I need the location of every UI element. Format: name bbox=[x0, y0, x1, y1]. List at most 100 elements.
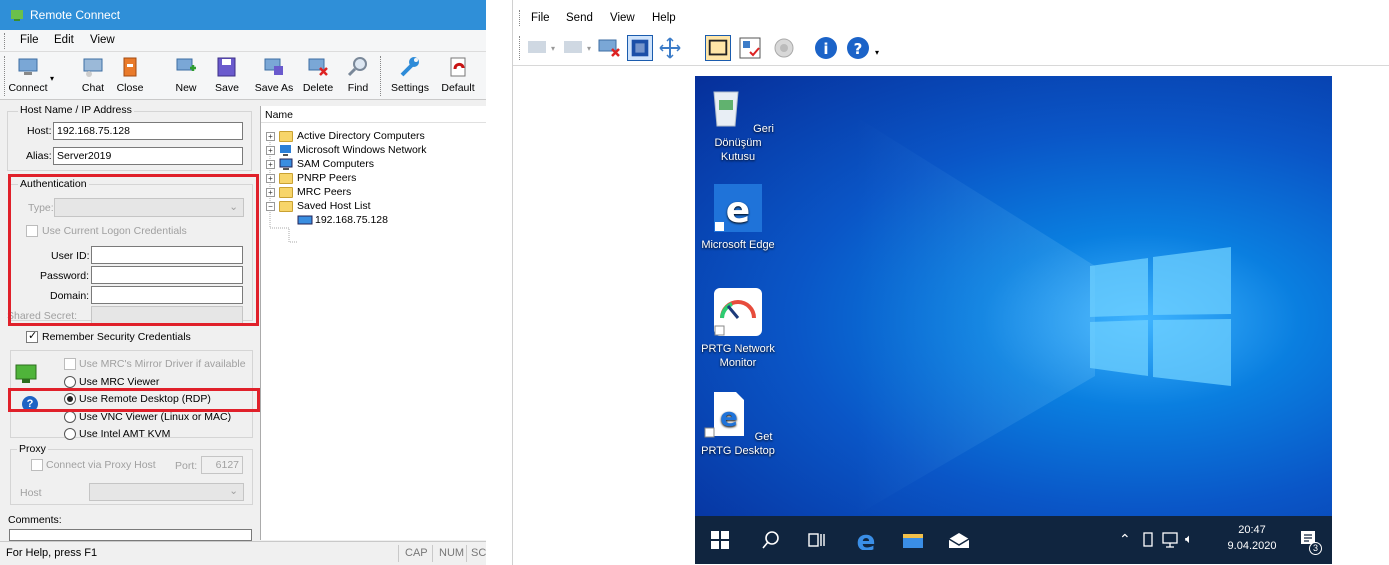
full-screen-icon[interactable] bbox=[705, 35, 731, 61]
tree-item-windows-network[interactable]: + Microsoft Windows Network bbox=[261, 144, 486, 157]
pan-arrows-icon[interactable] bbox=[657, 35, 683, 61]
notification-count-badge: 3 bbox=[1309, 542, 1322, 555]
start-windows-icon[interactable] bbox=[711, 531, 729, 555]
status-bar: For Help, press F1 CAP NUM SCI bbox=[0, 541, 486, 565]
tree-item-sam-computers[interactable]: + SAM Computers bbox=[261, 158, 486, 171]
vnc-viewer-label: Use VNC Viewer (Linux or MAC) bbox=[79, 411, 232, 423]
toolbar-grip[interactable] bbox=[4, 56, 7, 96]
intel-amt-radio[interactable] bbox=[64, 428, 76, 440]
proxy-host-select[interactable]: ⌄ bbox=[89, 483, 244, 501]
comments-label: Comments: bbox=[8, 514, 62, 526]
menu-view[interactable]: View bbox=[90, 34, 115, 46]
windows-logo-wallpaper bbox=[855, 116, 1231, 516]
tree-item-pnrp-peers[interactable]: + PNRP Peers bbox=[261, 172, 486, 185]
task-view-icon[interactable] bbox=[807, 530, 827, 554]
tree-item-mrc-peers[interactable]: + MRC Peers bbox=[261, 186, 486, 199]
find-button[interactable]: Find bbox=[342, 54, 374, 98]
desktop-icon-edge[interactable]: e Microsoft Edge bbox=[698, 184, 778, 252]
mrc-viewer-radio[interactable] bbox=[64, 376, 76, 388]
desktop-icon-recycle-bin[interactable]: Geri Dönüşüm Kutusu bbox=[698, 82, 778, 164]
edge-shortcut-icon: e bbox=[704, 392, 744, 438]
help-icon[interactable]: ? bbox=[845, 35, 871, 61]
connect-dropdown-icon[interactable]: ▾ bbox=[50, 74, 54, 83]
folder-icon bbox=[279, 173, 293, 184]
toolbar-overflow-icon[interactable]: ▾ bbox=[875, 48, 879, 57]
close-door-icon bbox=[123, 57, 137, 77]
connection-settings-panel: Host Name / IP Address Host: 192.168.75.… bbox=[0, 101, 260, 541]
title-bar: Remote Connect bbox=[0, 0, 486, 30]
menu-help[interactable]: Help bbox=[652, 12, 676, 24]
folder-icon bbox=[279, 187, 293, 198]
show-hidden-icons-chevron[interactable]: ⌃ bbox=[1119, 531, 1131, 548]
remote-desktop-view[interactable]: Geri Dönüşüm Kutusu e Microsoft Edge PRT… bbox=[695, 76, 1332, 564]
chat-button[interactable]: Chat bbox=[76, 54, 110, 98]
chat-icon[interactable] bbox=[561, 35, 587, 61]
tree-column-header[interactable]: Name bbox=[261, 106, 486, 123]
menu-send[interactable]: Send bbox=[566, 12, 593, 24]
authentication-highlight bbox=[8, 174, 259, 326]
collapse-icon[interactable]: − bbox=[266, 202, 275, 211]
tree-item-saved-host-list[interactable]: − Saved Host List bbox=[261, 200, 486, 213]
tree-item-label: Microsoft Windows Network bbox=[297, 144, 427, 156]
connect-icon[interactable] bbox=[525, 35, 551, 61]
delete-button[interactable]: Delete bbox=[298, 54, 338, 98]
proxy-checkbox[interactable] bbox=[31, 459, 43, 471]
edge-taskbar-icon[interactable]: e bbox=[853, 526, 879, 550]
info-icon[interactable]: i bbox=[813, 35, 839, 61]
clock-date[interactable]: 9.04.2020 bbox=[1222, 540, 1282, 552]
expand-icon[interactable]: + bbox=[266, 132, 275, 141]
remember-credentials-checkbox[interactable]: ✓ bbox=[26, 330, 38, 343]
toolbar-grip-2[interactable] bbox=[380, 56, 383, 96]
expand-icon[interactable]: + bbox=[266, 146, 275, 155]
save-as-button[interactable]: Save As bbox=[252, 54, 296, 98]
disconnect-icon[interactable] bbox=[597, 35, 623, 61]
menu-view[interactable]: View bbox=[610, 12, 635, 24]
expand-icon[interactable]: + bbox=[266, 174, 275, 183]
menu-file[interactable]: File bbox=[20, 34, 39, 46]
default-label: Default bbox=[441, 82, 475, 94]
host-input[interactable]: 192.168.75.128 bbox=[53, 122, 243, 140]
comments-input[interactable] bbox=[9, 529, 252, 541]
tree-item-label: SAM Computers bbox=[297, 158, 375, 170]
desktop-icon-prtg-monitor[interactable]: PRTG Network Monitor bbox=[698, 288, 778, 370]
tree-item-active-directory[interactable]: + Active Directory Computers bbox=[261, 130, 486, 143]
dropdown-icon[interactable]: ▾ bbox=[587, 44, 591, 53]
network-icon[interactable] bbox=[1161, 531, 1179, 555]
menu-file[interactable]: File bbox=[531, 12, 550, 24]
new-button[interactable]: New bbox=[170, 54, 202, 98]
dropdown-icon[interactable]: ▾ bbox=[551, 44, 555, 53]
computer-icon bbox=[279, 158, 293, 170]
mirror-driver-checkbox[interactable] bbox=[64, 358, 76, 370]
search-icon[interactable] bbox=[761, 530, 781, 554]
expand-icon[interactable]: + bbox=[266, 188, 275, 197]
desktop-icon-get-prtg[interactable]: e Get PRTG Desktop bbox=[698, 390, 778, 458]
select-screen-icon[interactable] bbox=[737, 35, 763, 61]
settings-button[interactable]: Settings bbox=[388, 54, 432, 98]
vnc-viewer-radio[interactable] bbox=[64, 411, 76, 423]
default-button[interactable]: Default bbox=[436, 54, 480, 98]
save-button[interactable]: Save bbox=[210, 54, 244, 98]
prtg-gauge-icon bbox=[714, 288, 762, 336]
connect-label: Connect bbox=[8, 82, 48, 94]
close-button[interactable]: Close bbox=[110, 54, 150, 98]
fit-to-window-icon[interactable] bbox=[627, 35, 653, 61]
record-icon[interactable] bbox=[771, 35, 797, 61]
port-input[interactable]: 6127 bbox=[201, 456, 243, 474]
menu-edit[interactable]: Edit bbox=[54, 34, 74, 46]
app-icon bbox=[11, 10, 23, 21]
usb-device-icon[interactable] bbox=[1141, 531, 1155, 555]
expand-icon[interactable]: + bbox=[266, 160, 275, 169]
alias-input[interactable]: Server2019 bbox=[53, 147, 243, 165]
mirror-driver-label: Use MRC's Mirror Driver if available bbox=[79, 358, 246, 370]
menu-grip[interactable] bbox=[519, 10, 522, 26]
file-explorer-icon[interactable] bbox=[901, 528, 925, 552]
clock-time[interactable]: 20:47 bbox=[1225, 524, 1279, 536]
toolbar-grip[interactable] bbox=[519, 36, 522, 60]
viewer-menu-bar: File Send View Help bbox=[513, 6, 1389, 30]
save-label: Save bbox=[215, 82, 239, 94]
mail-icon[interactable] bbox=[947, 530, 971, 554]
menu-grip[interactable] bbox=[4, 33, 7, 49]
tree-item-saved-host[interactable]: 192.168.75.128 bbox=[261, 214, 486, 227]
volume-icon[interactable]: 🔈︎ bbox=[1185, 531, 1193, 547]
connect-button[interactable]: Connect bbox=[8, 54, 48, 98]
